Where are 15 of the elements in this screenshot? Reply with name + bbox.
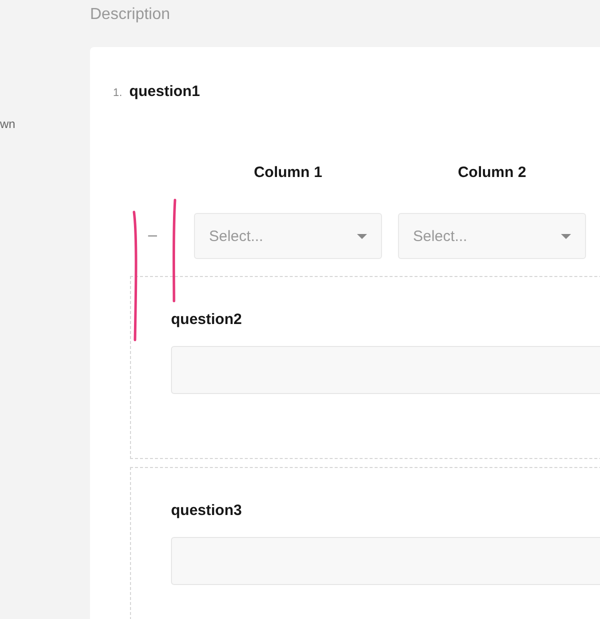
caret-icon: [561, 234, 571, 238]
description-label: Description: [90, 6, 170, 24]
collapse-toggle[interactable]: –: [148, 227, 157, 245]
column-header: Column 2: [458, 164, 526, 181]
text-input-field[interactable]: [171, 537, 600, 585]
detail-question-title: question2: [171, 311, 243, 328]
select-dropdown[interactable]: Select...: [194, 213, 382, 259]
sidebar-text: wn: [0, 117, 16, 131]
select-dropdown[interactable]: Select...: [398, 213, 586, 259]
question-title: question1: [129, 83, 200, 100]
detail-question-title: question3: [171, 502, 243, 519]
caret-icon: [357, 234, 367, 238]
question-number: 1.: [113, 87, 122, 99]
column-header: Column 1: [254, 164, 322, 181]
text-input-field[interactable]: [171, 346, 600, 394]
